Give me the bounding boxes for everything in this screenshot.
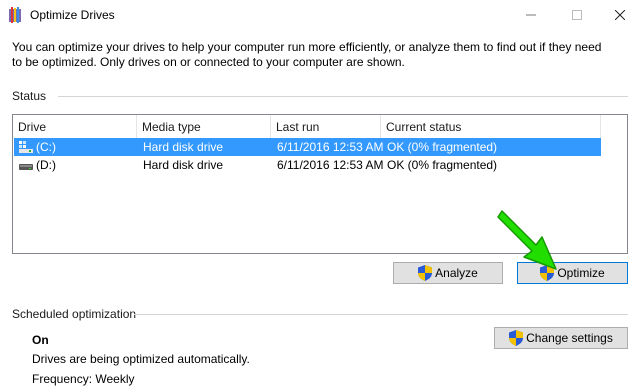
media-type: Hard disk drive xyxy=(143,158,224,172)
schedule-description: Drives are being optimized automatically… xyxy=(32,352,250,366)
status-section-label: Status xyxy=(12,89,47,103)
status-divider xyxy=(58,96,628,97)
scheduled-divider xyxy=(134,314,628,315)
close-icon xyxy=(615,10,625,20)
column-header-drive[interactable]: Drive xyxy=(13,115,137,139)
window-title: Optimize Drives xyxy=(30,8,115,22)
current-status: OK (0% fragmented) xyxy=(387,158,498,172)
scheduled-section-label: Scheduled optimization xyxy=(12,307,137,321)
last-run: 6/11/2016 12:53 AM xyxy=(277,140,384,154)
media-type: Hard disk drive xyxy=(143,140,224,154)
uac-shield-icon xyxy=(418,265,433,281)
intro-text: You can optimize your drives to help you… xyxy=(12,40,602,69)
system-drive-icon xyxy=(19,141,33,153)
current-status: OK (0% fragmented) xyxy=(387,140,498,154)
drive-row-d[interactable]: (D:) Hard disk drive 6/11/2016 12:53 AM … xyxy=(14,156,601,174)
annotation-arrow-icon xyxy=(497,210,557,270)
maximize-icon xyxy=(572,10,582,20)
change-settings-button[interactable]: Change settings xyxy=(494,327,628,349)
drive-row-c[interactable]: (C:) Hard disk drive 6/11/2016 12:53 AM … xyxy=(14,138,601,156)
maximize-button[interactable] xyxy=(554,0,600,30)
minimize-button[interactable] xyxy=(508,0,554,30)
column-header-last-run[interactable]: Last run xyxy=(271,115,381,139)
drive-name: (C:) xyxy=(36,140,56,154)
change-settings-label: Change settings xyxy=(526,331,613,345)
analyze-label: Analyze xyxy=(435,266,478,280)
column-header-current-status[interactable]: Current status xyxy=(381,115,601,139)
uac-shield-icon xyxy=(509,330,524,346)
title-bar: Optimize Drives xyxy=(0,0,640,30)
schedule-state: On xyxy=(32,333,49,347)
last-run: 6/11/2016 12:53 AM xyxy=(277,158,384,172)
column-header-media-type[interactable]: Media type xyxy=(137,115,271,139)
analyze-button[interactable]: Analyze xyxy=(393,262,503,284)
minimize-icon xyxy=(526,14,536,16)
drive-name: (D:) xyxy=(36,158,56,172)
hard-drive-icon xyxy=(19,164,33,170)
schedule-frequency: Frequency: Weekly xyxy=(32,372,135,386)
close-button[interactable] xyxy=(600,0,640,30)
optimize-drives-app-icon xyxy=(9,7,21,23)
